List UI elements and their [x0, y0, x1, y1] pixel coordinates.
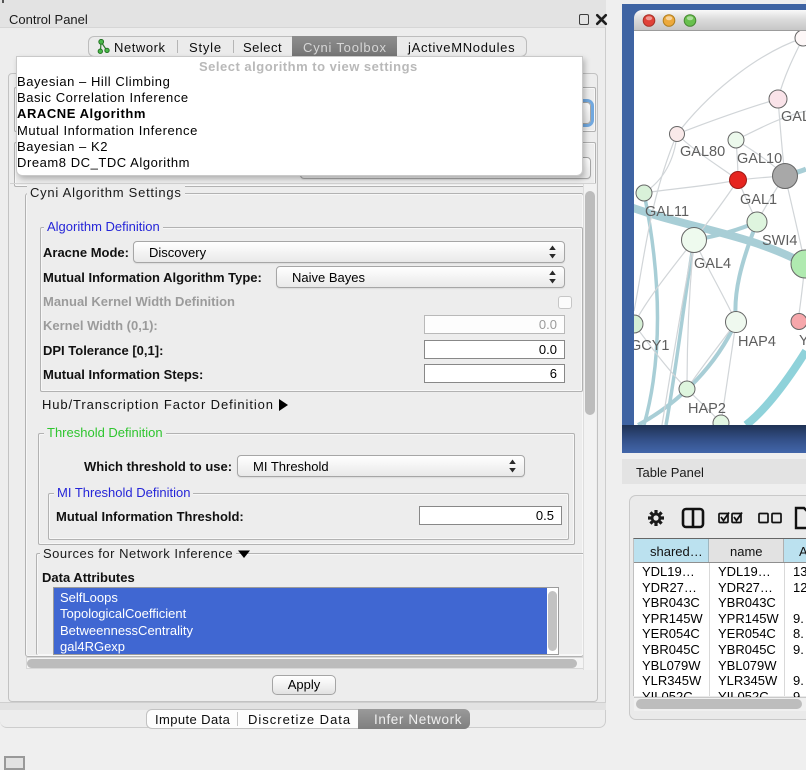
svg-text:HAP4: HAP4	[738, 334, 776, 350]
svg-text:Y: Y	[799, 333, 806, 349]
svg-text:GAL: GAL	[781, 109, 806, 125]
svg-text:GAL4: GAL4	[694, 256, 731, 272]
svg-text:HAP2: HAP2	[688, 401, 726, 417]
svg-text:GAL80: GAL80	[680, 144, 725, 160]
svg-text:GAL10: GAL10	[737, 151, 782, 167]
svg-text:GAL1: GAL1	[740, 192, 777, 208]
svg-text:GCY1: GCY1	[634, 338, 670, 354]
svg-text:GAL11: GAL11	[645, 204, 689, 220]
svg-text:SWI4: SWI4	[762, 233, 797, 249]
